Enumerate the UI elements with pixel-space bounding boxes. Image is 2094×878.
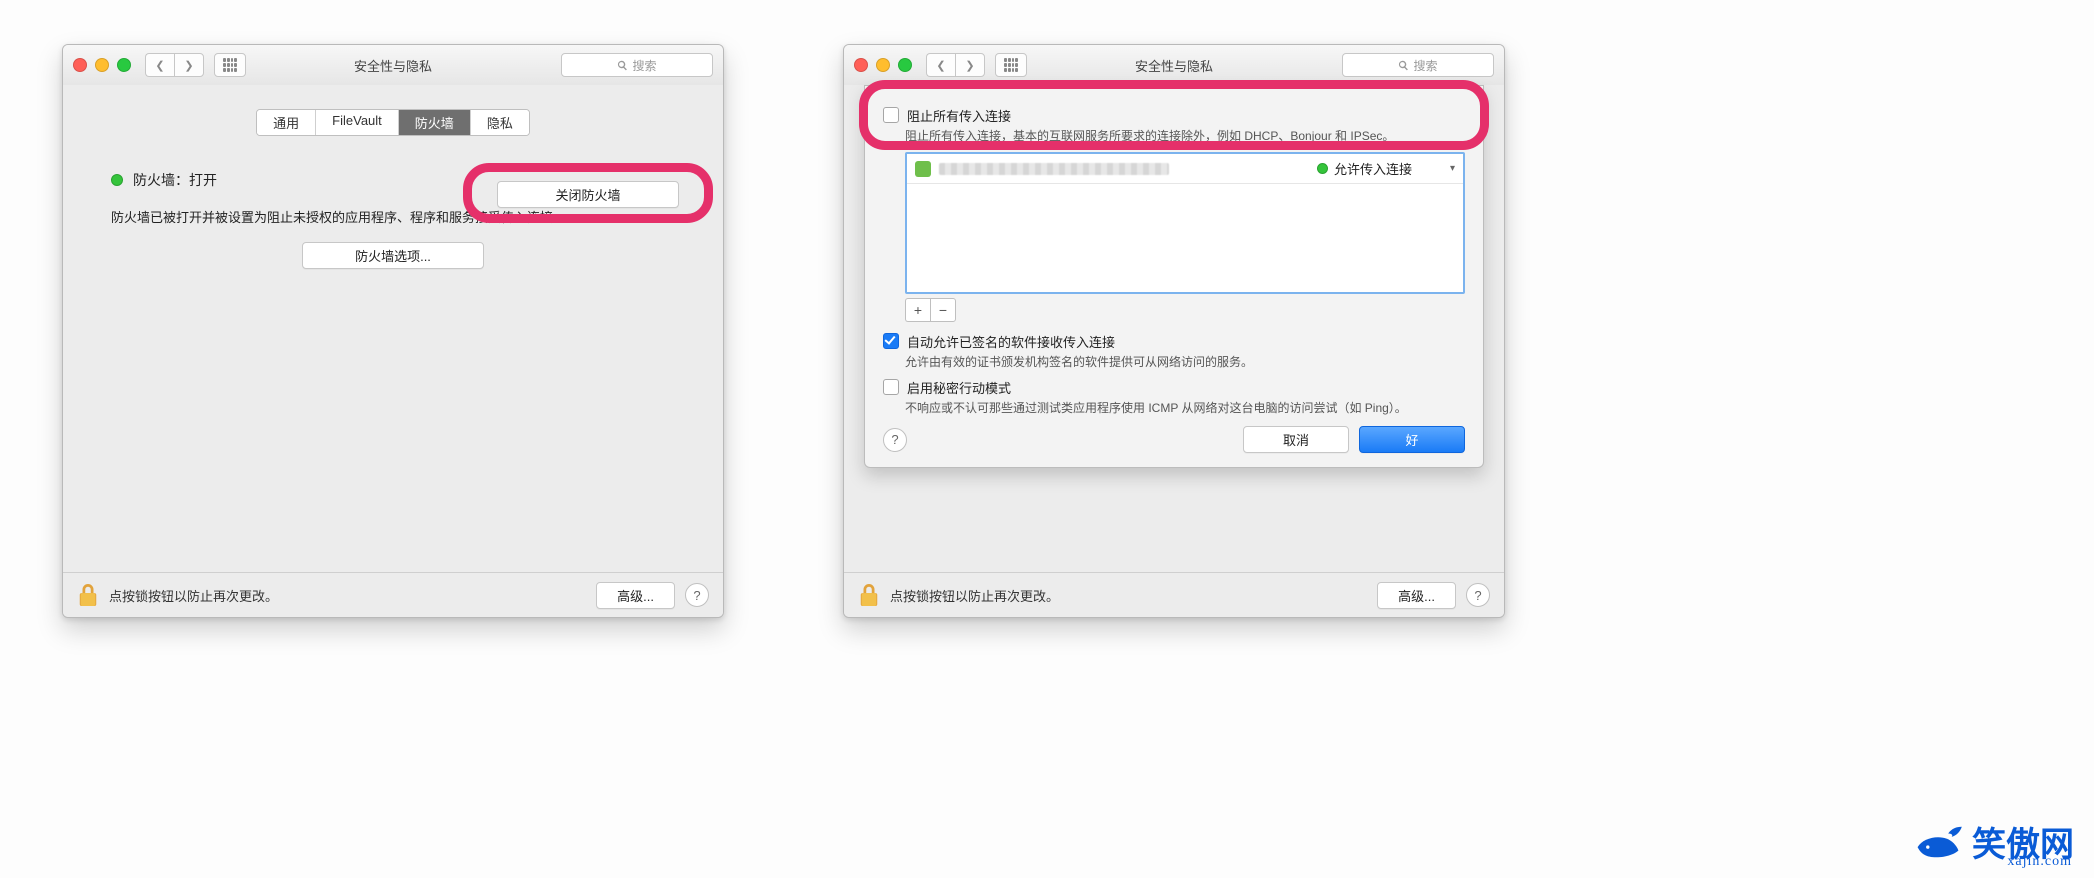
stealth-row: 启用秘密行动模式 bbox=[883, 378, 1465, 397]
close-icon[interactable] bbox=[73, 58, 87, 72]
titlebar: ❮ ❯ 安全性与隐私 搜索 bbox=[63, 45, 723, 86]
help-button[interactable]: ? bbox=[685, 583, 709, 607]
minimize-icon[interactable] bbox=[95, 58, 109, 72]
footer-right: 点按锁按钮以防止再次更改。 高级... ? bbox=[844, 572, 1504, 617]
tab-privacy[interactable]: 隐私 bbox=[471, 110, 529, 135]
tab-filevault[interactable]: FileVault bbox=[316, 110, 399, 135]
block-all-checkbox[interactable] bbox=[883, 107, 899, 123]
add-remove-buttons: + − bbox=[905, 298, 1465, 322]
watermark-url: xajin.com bbox=[2007, 854, 2072, 870]
turn-off-firewall-button[interactable]: 关闭防火墙 bbox=[497, 181, 679, 208]
help-button[interactable]: ? bbox=[883, 428, 907, 452]
ok-button[interactable]: 好 bbox=[1359, 426, 1465, 453]
app-row-status[interactable]: 允许传入连接 ▾ bbox=[1317, 159, 1455, 178]
firewall-status-label: 防火墙：打开 bbox=[133, 170, 217, 190]
status-dot-icon bbox=[111, 174, 123, 186]
minimize-icon[interactable] bbox=[876, 58, 890, 72]
auto-allow-row: 自动允许已签名的软件接收传入连接 bbox=[883, 332, 1465, 351]
back-button[interactable]: ❮ bbox=[145, 53, 174, 77]
zoom-icon[interactable] bbox=[117, 58, 131, 72]
search-input[interactable]: 搜索 bbox=[561, 53, 713, 77]
search-placeholder: 搜索 bbox=[1413, 57, 1437, 74]
forward-button[interactable]: ❯ bbox=[955, 53, 985, 77]
firewall-options-button[interactable]: 防火墙选项... bbox=[302, 242, 484, 269]
content-left: 通用 FileVault 防火墙 隐私 防火墙：打开 关闭防火墙 防火墙已被打开… bbox=[63, 85, 723, 573]
block-all-sub: 阻止所有传入连接，基本的互联网服务所要求的连接除外，例如 DHCP、Bonjou… bbox=[905, 127, 1465, 144]
prefs-window-right: ❮ ❯ 安全性与隐私 搜索 阻止所有传入连接 bbox=[843, 44, 1505, 618]
grid-icon bbox=[1004, 58, 1018, 72]
remove-button[interactable]: − bbox=[930, 298, 956, 322]
app-name-redacted bbox=[939, 163, 1169, 175]
traffic-lights bbox=[73, 58, 131, 72]
tab-general[interactable]: 通用 bbox=[257, 110, 316, 135]
stealth-sub: 不响应或不认可那些通过测试类应用程序使用 ICMP 从网络对这台电脑的访问尝试（… bbox=[905, 399, 1465, 416]
close-icon[interactable] bbox=[854, 58, 868, 72]
firewall-options-sheet: 阻止所有传入连接 阻止所有传入连接，基本的互联网服务所要求的连接除外，例如 DH… bbox=[864, 85, 1484, 468]
lock-text: 点按锁按钮以防止再次更改。 bbox=[890, 586, 1059, 605]
cancel-button[interactable]: 取消 bbox=[1243, 426, 1349, 453]
app-row-status-label: 允许传入连接 bbox=[1334, 159, 1412, 178]
lock-text: 点按锁按钮以防止再次更改。 bbox=[109, 586, 278, 605]
search-input[interactable]: 搜索 bbox=[1342, 53, 1494, 77]
forward-button[interactable]: ❯ bbox=[174, 53, 204, 77]
tab-firewall[interactable]: 防火墙 bbox=[399, 110, 471, 135]
auto-allow-label: 自动允许已签名的软件接收传入连接 bbox=[907, 332, 1115, 351]
app-icon bbox=[915, 161, 931, 177]
block-all-row: 阻止所有传入连接 bbox=[883, 106, 1465, 125]
lock-icon[interactable] bbox=[858, 582, 880, 608]
help-button[interactable]: ? bbox=[1466, 583, 1490, 607]
footer-left: 点按锁按钮以防止再次更改。 高级... ? bbox=[63, 572, 723, 617]
app-list[interactable]: 允许传入连接 ▾ bbox=[905, 152, 1465, 294]
nav-buttons: ❮ ❯ bbox=[926, 53, 985, 77]
zoom-icon[interactable] bbox=[898, 58, 912, 72]
lock-icon[interactable] bbox=[77, 582, 99, 608]
nav-buttons: ❮ ❯ bbox=[145, 53, 204, 77]
grid-icon bbox=[223, 58, 237, 72]
block-all-label: 阻止所有传入连接 bbox=[907, 106, 1011, 125]
traffic-lights bbox=[854, 58, 912, 72]
stealth-label: 启用秘密行动模式 bbox=[907, 378, 1011, 397]
titlebar: ❮ ❯ 安全性与隐私 搜索 bbox=[844, 45, 1504, 86]
advanced-button[interactable]: 高级... bbox=[1377, 582, 1456, 609]
auto-allow-checkbox[interactable] bbox=[883, 333, 899, 349]
show-all-button[interactable] bbox=[214, 53, 246, 77]
search-icon bbox=[617, 60, 628, 71]
back-button[interactable]: ❮ bbox=[926, 53, 955, 77]
prefs-window-left: ❮ ❯ 安全性与隐私 搜索 通用 FileVault 防火墙 隐私 bbox=[62, 44, 724, 618]
app-list-row[interactable]: 允许传入连接 ▾ bbox=[907, 154, 1463, 184]
show-all-button[interactable] bbox=[995, 53, 1027, 77]
watermark: 笑傲网 xajin.com bbox=[1912, 817, 2074, 866]
content-right: 阻止所有传入连接 阻止所有传入连接，基本的互联网服务所要求的连接除外，例如 DH… bbox=[844, 85, 1504, 573]
search-icon bbox=[1398, 60, 1409, 71]
chevron-updown-icon: ▾ bbox=[1450, 163, 1455, 174]
auto-allow-sub: 允许由有效的证书颁发机构签名的软件提供可从网络访问的服务。 bbox=[905, 353, 1465, 370]
status-dot-icon bbox=[1317, 163, 1328, 174]
firewall-description: 防火墙已被打开并被设置为阻止未授权的应用程序、程序和服务接受传入连接。 bbox=[111, 208, 675, 228]
tab-bar: 通用 FileVault 防火墙 隐私 bbox=[256, 109, 530, 136]
stealth-checkbox[interactable] bbox=[883, 379, 899, 395]
advanced-button[interactable]: 高级... bbox=[596, 582, 675, 609]
add-button[interactable]: + bbox=[905, 298, 930, 322]
whale-icon bbox=[1912, 825, 1964, 859]
search-placeholder: 搜索 bbox=[632, 57, 656, 74]
